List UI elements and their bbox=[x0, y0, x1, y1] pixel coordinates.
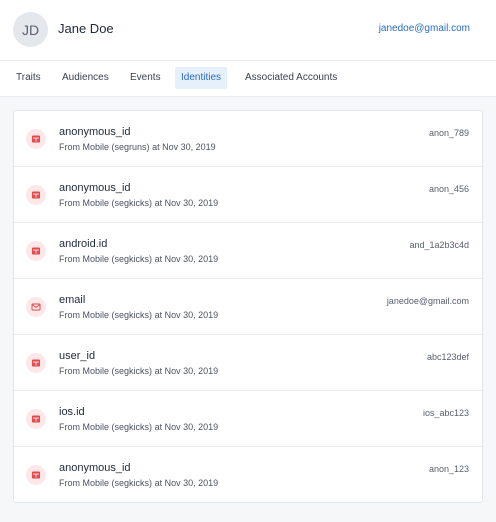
identity-row[interactable]: android.id From Mobile (segkicks) at Nov… bbox=[14, 223, 482, 279]
identity-row[interactable]: ios.id From Mobile (segkicks) at Nov 30,… bbox=[14, 391, 482, 447]
mail-icon bbox=[26, 297, 46, 317]
identity-type: anonymous_id bbox=[59, 126, 131, 138]
device-icon bbox=[26, 409, 46, 429]
profile-tabs: Traits Audiences Events Identities Assoc… bbox=[0, 61, 496, 97]
source-name: Mobile (segkicks) bbox=[82, 422, 153, 432]
identity-value: anon_789 bbox=[428, 128, 469, 138]
at-label: at bbox=[154, 366, 163, 376]
identity-source: From Mobile (segkicks) at Nov 30, 2019 bbox=[59, 254, 218, 264]
identity-date: Nov 30, 2019 bbox=[164, 366, 219, 376]
from-label: From bbox=[59, 310, 80, 320]
identity-date: Nov 30, 2019 bbox=[162, 142, 216, 152]
profile-header: JD Jane Doe janedoe@gmail.com bbox=[0, 0, 496, 61]
tab-events[interactable]: Events bbox=[124, 67, 167, 89]
source-name: Mobile (segkicks) bbox=[82, 254, 153, 264]
identity-value: janedoe@gmail.com bbox=[386, 296, 469, 306]
avatar-initials: JD bbox=[21, 21, 40, 38]
identity-value: and_1a2b3c4d bbox=[409, 240, 469, 250]
from-label: From bbox=[59, 478, 80, 488]
identity-row[interactable]: anonymous_id From Mobile (segkicks) at N… bbox=[14, 447, 482, 502]
identity-date: Nov 30, 2019 bbox=[164, 422, 219, 432]
identity-type: ios.id bbox=[59, 406, 85, 418]
identity-row[interactable]: anonymous_id From Mobile (segkicks) at N… bbox=[14, 167, 482, 223]
identity-source: From Mobile (segruns) at Nov 30, 2019 bbox=[59, 142, 216, 152]
user-email-link[interactable]: janedoe@gmail.com bbox=[379, 23, 470, 34]
tab-identities[interactable]: Identities bbox=[175, 67, 228, 89]
source-name: Mobile (segkicks) bbox=[82, 310, 153, 320]
identity-type: user_id bbox=[59, 350, 96, 362]
user-name: Jane Doe bbox=[58, 21, 114, 36]
identity-row[interactable]: user_id From Mobile (segkicks) at Nov 30… bbox=[14, 335, 482, 391]
from-label: From bbox=[59, 198, 80, 208]
at-label: at bbox=[154, 254, 163, 264]
device-icon bbox=[26, 129, 46, 149]
device-icon bbox=[26, 465, 46, 485]
identity-value: anon_456 bbox=[428, 184, 469, 194]
tab-audiences[interactable]: Audiences bbox=[56, 67, 115, 89]
source-name: Mobile (segruns) bbox=[82, 142, 150, 152]
device-icon bbox=[26, 241, 46, 261]
from-label: From bbox=[59, 422, 80, 432]
identities-list: anonymous_id From Mobile (segruns) at No… bbox=[13, 110, 483, 503]
device-icon bbox=[26, 185, 46, 205]
avatar: JD bbox=[13, 12, 48, 47]
identity-date: Nov 30, 2019 bbox=[164, 254, 219, 264]
at-label: at bbox=[154, 478, 163, 488]
identity-source: From Mobile (segkicks) at Nov 30, 2019 bbox=[59, 422, 218, 432]
from-label: From bbox=[59, 142, 80, 152]
identity-value: abc123def bbox=[426, 352, 469, 362]
identity-row[interactable]: anonymous_id From Mobile (segruns) at No… bbox=[14, 111, 482, 167]
identity-value: anon_123 bbox=[428, 464, 469, 474]
from-label: From bbox=[59, 254, 80, 264]
at-label: at bbox=[154, 422, 163, 432]
identity-source: From Mobile (segkicks) at Nov 30, 2019 bbox=[59, 310, 218, 320]
tab-associated-accounts[interactable]: Associated Accounts bbox=[239, 67, 343, 89]
tab-traits[interactable]: Traits bbox=[10, 67, 47, 89]
identity-source: From Mobile (segkicks) at Nov 30, 2019 bbox=[59, 366, 218, 376]
identity-date: Nov 30, 2019 bbox=[164, 198, 219, 208]
device-icon bbox=[26, 353, 46, 373]
source-name: Mobile (segkicks) bbox=[82, 478, 153, 488]
identity-type: email bbox=[59, 294, 86, 306]
identity-source: From Mobile (segkicks) at Nov 30, 2019 bbox=[59, 198, 218, 208]
identity-row[interactable]: email From Mobile (segkicks) at Nov 30, … bbox=[14, 279, 482, 335]
identity-value: ios_abc123 bbox=[422, 408, 469, 418]
identity-source: From Mobile (segkicks) at Nov 30, 2019 bbox=[59, 478, 218, 488]
from-label: From bbox=[59, 366, 80, 376]
identity-type: android.id bbox=[59, 238, 108, 250]
identity-type: anonymous_id bbox=[59, 462, 131, 474]
at-label: at bbox=[154, 198, 163, 208]
identity-type: anonymous_id bbox=[59, 182, 131, 194]
source-name: Mobile (segkicks) bbox=[82, 366, 153, 376]
at-label: at bbox=[152, 142, 160, 152]
identity-date: Nov 30, 2019 bbox=[164, 310, 219, 320]
at-label: at bbox=[154, 310, 163, 320]
source-name: Mobile (segkicks) bbox=[82, 198, 153, 208]
identity-date: Nov 30, 2019 bbox=[164, 478, 219, 488]
